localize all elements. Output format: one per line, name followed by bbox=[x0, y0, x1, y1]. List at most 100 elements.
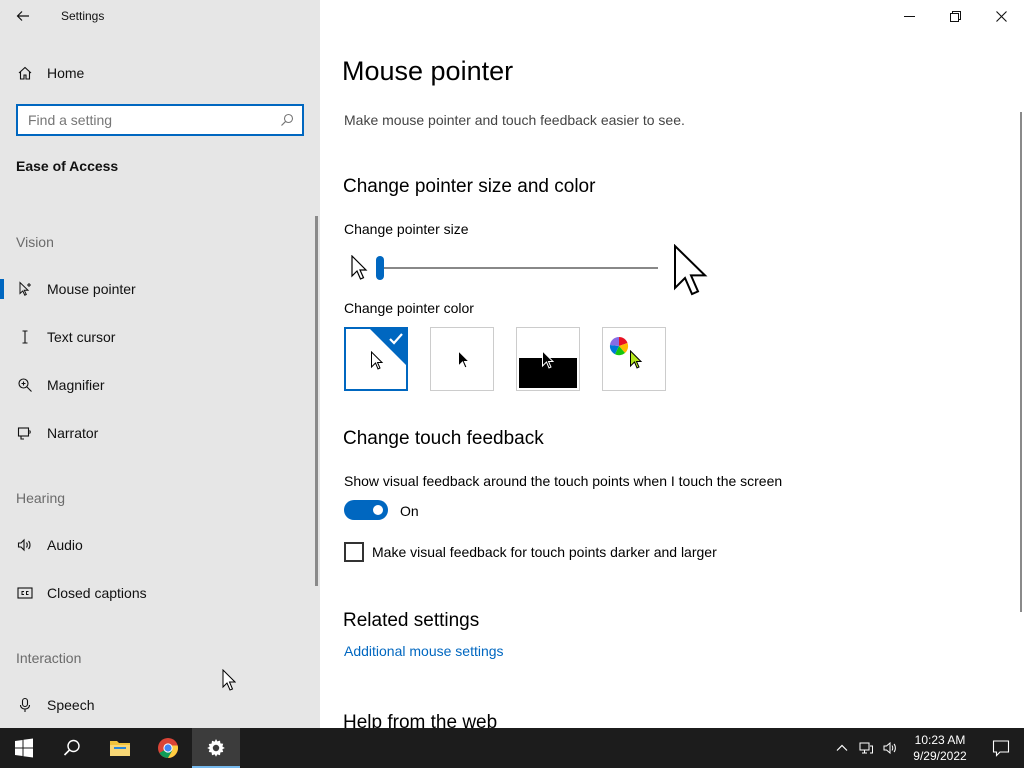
nav-item-label: Narrator bbox=[47, 425, 99, 441]
search-icon bbox=[63, 739, 80, 756]
darker-feedback-label[interactable]: Make visual feedback for touch points da… bbox=[372, 544, 717, 560]
notification-icon bbox=[992, 740, 1010, 757]
search-button[interactable] bbox=[48, 728, 96, 768]
pointer-size-slider[interactable] bbox=[350, 244, 710, 296]
color-option-black[interactable] bbox=[430, 327, 494, 391]
audio-icon bbox=[17, 537, 33, 553]
chrome-icon bbox=[158, 738, 179, 758]
start-button[interactable] bbox=[0, 728, 48, 768]
group-interaction: Interaction bbox=[16, 650, 82, 666]
chrome-button[interactable] bbox=[144, 728, 192, 768]
nav-item-closed-captions[interactable]: Closed captions bbox=[0, 573, 316, 613]
touch-feedback-description: Show visual feedback around the touch po… bbox=[344, 473, 783, 489]
magnifier-icon bbox=[17, 377, 33, 393]
title-bar-left: Settings bbox=[0, 0, 320, 32]
nav-pane: Settings Home Ease of Access Vision Mous… bbox=[0, 0, 320, 728]
darker-feedback-checkbox[interactable] bbox=[344, 542, 364, 562]
nav-item-magnifier[interactable]: Magnifier bbox=[0, 365, 316, 405]
custom-pointer-icon bbox=[630, 350, 643, 369]
small-pointer-icon bbox=[351, 255, 368, 280]
show-hidden-icons-button[interactable] bbox=[830, 728, 854, 768]
nav-item-audio[interactable]: Audio bbox=[0, 525, 316, 565]
nav-home[interactable]: Home bbox=[0, 53, 316, 93]
clock-date: 9/29/2022 bbox=[913, 749, 967, 763]
main-content: Mouse pointer Make mouse pointer and tou… bbox=[320, 0, 1024, 728]
page-description: Make mouse pointer and touch feedback ea… bbox=[344, 112, 685, 128]
close-icon bbox=[995, 10, 1007, 22]
nav-item-mouse-pointer[interactable]: Mouse pointer bbox=[0, 269, 316, 309]
minimize-icon bbox=[903, 15, 915, 17]
nav-home-label: Home bbox=[47, 65, 85, 81]
window-controls bbox=[886, 0, 1024, 32]
touch-feedback-toggle[interactable] bbox=[344, 500, 388, 520]
nav-item-text-cursor[interactable]: Text cursor bbox=[0, 317, 316, 357]
color-option-white[interactable] bbox=[344, 327, 408, 391]
settings-button[interactable] bbox=[192, 728, 240, 768]
closed-captions-icon bbox=[17, 585, 33, 601]
pointer-color-label: Change pointer color bbox=[344, 300, 474, 316]
home-icon bbox=[17, 65, 33, 81]
narrator-icon bbox=[17, 425, 33, 441]
notifications-button[interactable] bbox=[978, 728, 1024, 768]
group-hearing: Hearing bbox=[16, 490, 66, 506]
chevron-up-icon bbox=[836, 744, 848, 751]
main-scrollbar[interactable] bbox=[1020, 112, 1022, 612]
folder-icon bbox=[110, 741, 130, 756]
white-pointer-icon bbox=[371, 351, 384, 370]
restore-button[interactable] bbox=[932, 0, 978, 32]
nav-item-label: Mouse pointer bbox=[47, 281, 136, 297]
mouse-pointer-icon bbox=[17, 281, 33, 297]
search-icon[interactable] bbox=[272, 113, 302, 127]
pointer-size-label: Change pointer size bbox=[344, 221, 469, 237]
nav-scrollbar[interactable] bbox=[315, 216, 318, 586]
toggle-state-label: On bbox=[400, 503, 419, 519]
nav-item-speech[interactable]: Speech bbox=[0, 685, 316, 725]
nav-item-label: Magnifier bbox=[47, 377, 105, 393]
page-title: Mouse pointer bbox=[342, 56, 514, 86]
nav-item-label: Text cursor bbox=[47, 329, 116, 345]
nav-item-narrator[interactable]: Narrator bbox=[0, 413, 316, 453]
volume-button[interactable] bbox=[878, 728, 902, 768]
clock-time: 10:23 AM bbox=[914, 733, 966, 747]
close-button[interactable] bbox=[978, 0, 1024, 32]
color-option-custom[interactable] bbox=[602, 327, 666, 391]
nav-item-label: Closed captions bbox=[47, 585, 147, 601]
size-color-heading: Change pointer size and color bbox=[343, 176, 596, 197]
section-title: Ease of Access bbox=[16, 158, 119, 174]
clock[interactable]: 10:23 AM 9/29/2022 bbox=[902, 732, 978, 764]
additional-mouse-settings-link[interactable]: Additional mouse settings bbox=[344, 643, 504, 659]
checkmark-icon bbox=[389, 333, 403, 345]
group-vision: Vision bbox=[16, 234, 54, 250]
file-explorer-button[interactable] bbox=[96, 728, 144, 768]
large-pointer-icon bbox=[674, 244, 708, 296]
restore-icon bbox=[949, 10, 961, 22]
touch-feedback-heading: Change touch feedback bbox=[343, 428, 544, 449]
taskbar: 10:23 AM 9/29/2022 bbox=[0, 728, 1024, 768]
back-button[interactable] bbox=[0, 0, 46, 32]
windows-logo-icon bbox=[15, 738, 33, 758]
slider-track[interactable] bbox=[382, 267, 658, 269]
inverted-pointer-icon bbox=[542, 350, 555, 369]
mouse-cursor-icon bbox=[222, 669, 236, 691]
text-cursor-icon bbox=[17, 329, 33, 345]
back-arrow-icon bbox=[16, 11, 29, 21]
search-box[interactable] bbox=[16, 104, 304, 136]
help-heading: Help from the web bbox=[343, 712, 498, 728]
nav-item-label: Audio bbox=[47, 537, 83, 553]
network-button[interactable] bbox=[854, 728, 878, 768]
minimize-button[interactable] bbox=[886, 0, 932, 32]
system-tray: 10:23 AM 9/29/2022 bbox=[830, 728, 1024, 768]
search-input[interactable] bbox=[18, 112, 272, 128]
app-title: Settings bbox=[61, 9, 105, 23]
nav-item-label: Speech bbox=[47, 697, 95, 713]
network-icon bbox=[859, 742, 873, 754]
pointer-color-options bbox=[344, 327, 666, 391]
microphone-icon bbox=[17, 697, 33, 713]
related-settings-heading: Related settings bbox=[343, 610, 480, 631]
gear-icon bbox=[207, 739, 225, 757]
volume-icon bbox=[883, 741, 896, 755]
black-pointer-icon bbox=[458, 350, 471, 369]
slider-thumb[interactable] bbox=[376, 256, 384, 280]
color-wheel-icon bbox=[609, 336, 629, 356]
color-option-inverted[interactable] bbox=[516, 327, 580, 391]
